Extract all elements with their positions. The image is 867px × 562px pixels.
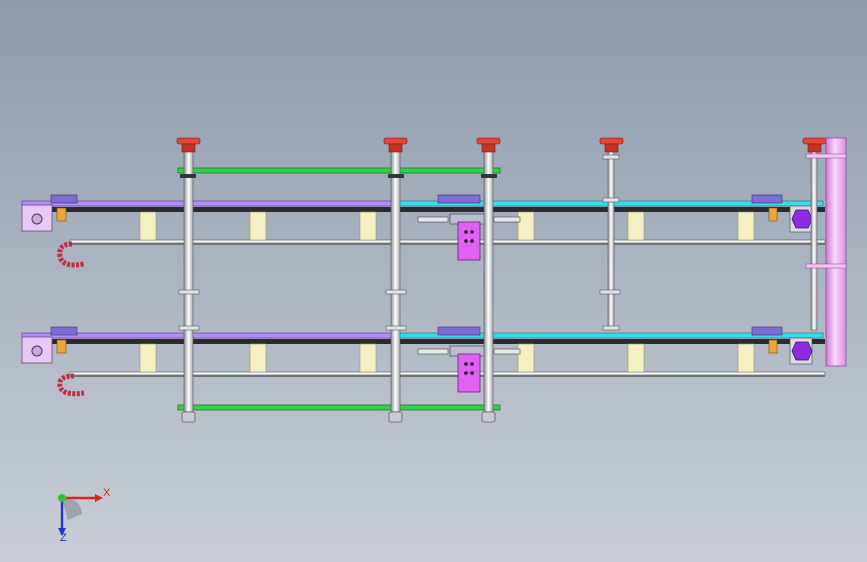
rod-2[interactable] [390, 149, 401, 413]
upper-conveyor[interactable] [21, 194, 826, 268]
red-cap-2 [383, 137, 408, 153]
red-caps[interactable] [176, 137, 827, 153]
upper-carriage[interactable] [457, 221, 481, 261]
red-cap-3 [476, 137, 501, 153]
lower-motor-icon [791, 341, 813, 361]
red-cap-1 [176, 137, 201, 153]
lower-conveyor[interactable] [21, 326, 826, 397]
upper-cable-chain [57, 241, 85, 268]
lower-belt-dark [40, 339, 825, 344]
rod-3[interactable] [483, 149, 494, 413]
upper-lower-rail [69, 239, 826, 244]
upper-left-pulley-icon [31, 213, 43, 225]
rod-4[interactable] [607, 149, 615, 331]
upper-left-orange-block [56, 207, 67, 222]
upper-support-blocks [139, 211, 755, 241]
upper-right-orange-block [768, 207, 778, 222]
top-plate-clamps [180, 174, 497, 178]
conveyor-assembly-model[interactable] [0, 0, 867, 562]
top-green-plate[interactable] [177, 167, 501, 174]
lower-carriage[interactable] [457, 353, 481, 393]
lower-lower-rail-shade [70, 375, 825, 377]
upper-rail-bracket-right [493, 216, 521, 223]
bottom-green-plate[interactable] [177, 404, 501, 411]
red-cap-5 [802, 137, 827, 153]
upper-purple-rail[interactable] [21, 200, 398, 207]
lower-lower-rail [69, 371, 826, 376]
pink-column[interactable] [825, 137, 847, 367]
axis-z-label: Z [60, 532, 67, 544]
rod-1[interactable] [183, 149, 194, 413]
lower-cable-chain [57, 373, 85, 397]
orientation-triad[interactable]: X Z [40, 478, 120, 548]
upper-lower-rail-shade [70, 243, 825, 245]
lower-left-pulley-icon [31, 345, 43, 357]
lower-left-orange-block [56, 339, 67, 354]
upper-belt-dark [40, 207, 825, 212]
axis-x-label: X [103, 487, 111, 499]
upper-rail-bracket [417, 216, 449, 223]
lower-purple-rail[interactable] [21, 332, 398, 339]
upper-motor-icon [791, 209, 813, 229]
lower-support-blocks [139, 343, 755, 373]
cad-viewport[interactable]: X Z [0, 0, 867, 562]
lower-right-orange-block [768, 339, 778, 354]
rod-5[interactable] [810, 149, 818, 331]
bottom-feet [181, 411, 496, 423]
red-cap-4 [599, 137, 624, 153]
